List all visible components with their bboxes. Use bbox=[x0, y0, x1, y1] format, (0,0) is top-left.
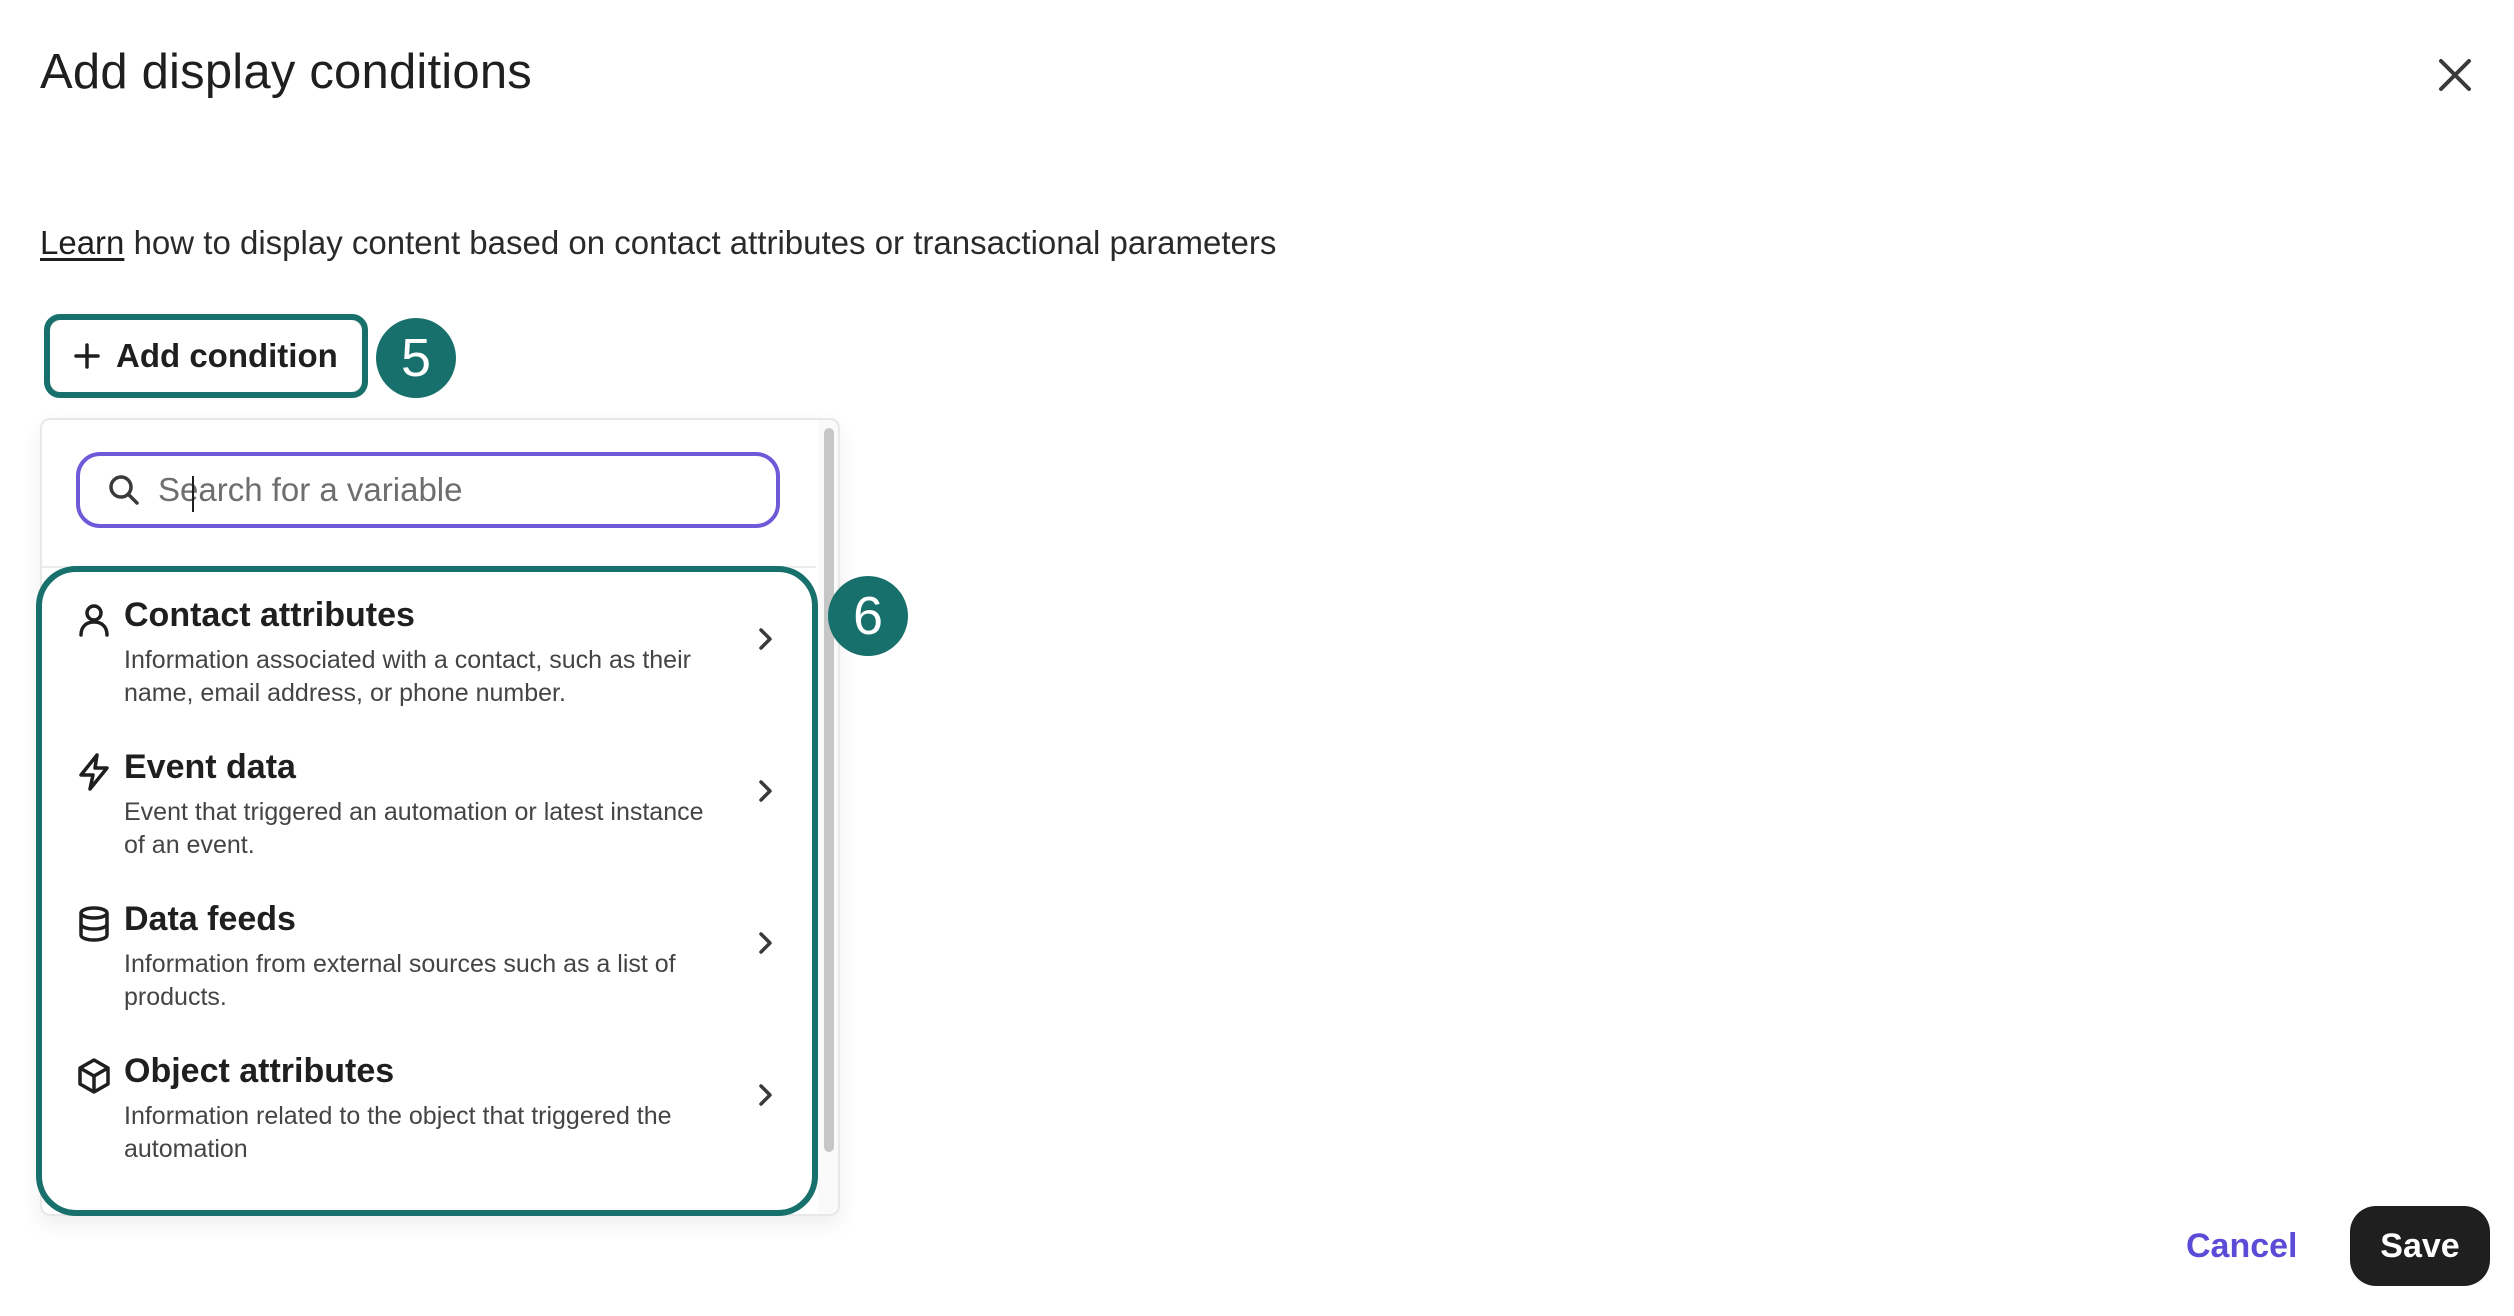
search-input[interactable] bbox=[156, 470, 776, 510]
dialog-title: Add display conditions bbox=[40, 45, 532, 99]
text-cursor bbox=[192, 476, 194, 512]
intro-text: Learn how to display content based on co… bbox=[40, 224, 1276, 262]
close-icon bbox=[2439, 59, 2471, 91]
cancel-button[interactable]: Cancel bbox=[2170, 1210, 2314, 1282]
callout-step-badge: 5 bbox=[376, 318, 456, 398]
save-button[interactable]: Save bbox=[2350, 1206, 2490, 1286]
dropdown-scrollbar[interactable] bbox=[818, 420, 838, 1214]
callout-step-badge: 6 bbox=[828, 576, 908, 656]
search-field[interactable] bbox=[76, 452, 780, 528]
scrollbar-thumb[interactable] bbox=[824, 428, 834, 1152]
search-area bbox=[42, 420, 816, 568]
intro-description: how to display content based on contact … bbox=[124, 224, 1277, 261]
callout-highlight-options bbox=[36, 566, 818, 1216]
search-icon bbox=[109, 475, 139, 505]
callout-highlight-add-condition bbox=[44, 314, 368, 398]
close-button[interactable] bbox=[2432, 52, 2478, 98]
learn-link[interactable]: Learn bbox=[40, 224, 124, 261]
